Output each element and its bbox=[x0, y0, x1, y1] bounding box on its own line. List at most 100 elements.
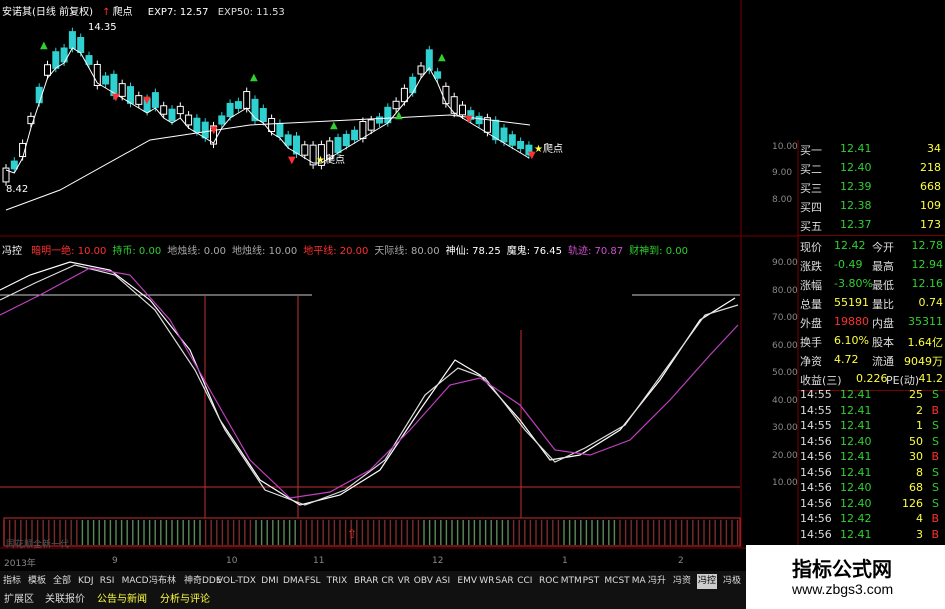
candle-body bbox=[359, 121, 367, 139]
indicator-tick: 60.00 bbox=[772, 340, 798, 351]
tick-price: 12.41 bbox=[840, 450, 872, 463]
indicator-tab[interactable]: TRIX bbox=[326, 574, 349, 589]
signal-arrow-icon: ▲ bbox=[330, 120, 338, 131]
stat-value: 19880 bbox=[834, 315, 869, 328]
stat-row: 现价 12.42 今开 12.78 bbox=[798, 237, 945, 256]
tick-time: 14:56 bbox=[800, 434, 832, 448]
indicator-tick: 40.00 bbox=[772, 395, 798, 406]
tick-time: 14:55 bbox=[800, 419, 832, 432]
candle-body bbox=[168, 108, 176, 122]
x-axis-label: 2 bbox=[678, 556, 684, 566]
indicator-tab[interactable]: ASI bbox=[435, 574, 452, 589]
indicator-tab[interactable]: 冯资 bbox=[672, 574, 692, 589]
indicator-tab[interactable]: FSL bbox=[304, 574, 322, 589]
bottom-tab[interactable]: 公告与新闻 bbox=[95, 592, 149, 607]
stat-row: 涨幅 -3.80% 最低 12.16 bbox=[798, 275, 945, 294]
indicator-tab[interactable]: CR bbox=[380, 574, 395, 589]
indicator-tab[interactable]: WR bbox=[478, 574, 495, 589]
tick-volume: 4 bbox=[916, 512, 923, 525]
bid-label: 买五 bbox=[800, 220, 822, 233]
bottom-tab[interactable]: 扩展区 bbox=[2, 592, 36, 607]
tick-direction: B bbox=[931, 512, 939, 525]
stat-label: 股本 bbox=[872, 336, 894, 349]
indicator-tab[interactable]: PST bbox=[582, 574, 601, 589]
indicator-tab[interactable]: MTM bbox=[560, 574, 583, 589]
tick-row: 14:56 12.40 50 S bbox=[798, 433, 945, 448]
bid-label: 买一 bbox=[800, 144, 822, 157]
indicator-tab[interactable]: VR bbox=[397, 574, 411, 589]
indicator-tab[interactable]: OBV bbox=[413, 574, 434, 589]
indicator-tab[interactable]: MA bbox=[631, 574, 647, 589]
indicator-tab[interactable]: 指标 bbox=[2, 574, 22, 589]
tick-direction: S bbox=[932, 496, 939, 510]
bottom-tab[interactable]: 分析与评论 bbox=[158, 592, 212, 607]
indicator-tab[interactable]: CCI bbox=[516, 574, 533, 589]
indicator-tab[interactable]: 模板 bbox=[27, 574, 47, 589]
candle-body bbox=[500, 127, 508, 143]
indicator-param: 神仙: 78.25 bbox=[445, 246, 501, 257]
indicator-tab[interactable]: 冯布林 bbox=[148, 574, 177, 589]
candle-body bbox=[367, 119, 375, 131]
indicator-param: 持币: 0.00 bbox=[112, 246, 162, 257]
tick-volume: 3 bbox=[916, 527, 923, 541]
indicator-tab[interactable]: KDJ bbox=[77, 574, 95, 589]
indicator-tab[interactable]: 冯极 bbox=[722, 574, 742, 589]
stat-value: 0.74 bbox=[918, 296, 944, 309]
indicator-tab[interactable]: MCST bbox=[603, 574, 630, 589]
indicator-tab[interactable]: DMI bbox=[260, 574, 279, 589]
bid-volume: 173 bbox=[920, 218, 941, 231]
bid-row: 买五 12.37 173 bbox=[798, 216, 945, 235]
candle-body bbox=[351, 129, 359, 141]
candle-body bbox=[102, 75, 110, 85]
indicator-param: 地烛线: 10.00 bbox=[232, 246, 298, 257]
indicator-bars: ⇧ bbox=[3, 517, 741, 547]
indicator-tab[interactable]: BRAR bbox=[353, 574, 379, 589]
tick-time: 14:56 bbox=[800, 527, 832, 541]
bid-row: 买一 12.41 34 bbox=[798, 140, 945, 159]
indicator-tick: 10.00 bbox=[772, 478, 798, 488]
indicator-tab[interactable]: ROC bbox=[538, 574, 560, 589]
high-price-label: 14.35 bbox=[88, 22, 117, 33]
indicator-tab[interactable]: SAR bbox=[494, 574, 514, 589]
candle-body bbox=[243, 91, 251, 109]
indicator-tab[interactable]: 全部 bbox=[52, 574, 72, 589]
indicator-tick: 80.00 bbox=[772, 285, 798, 296]
bid-volume: 34 bbox=[927, 142, 941, 155]
indicator-tab[interactable]: MACD bbox=[121, 574, 150, 589]
stat-row: 涨跌 -0.49 最高 12.94 bbox=[798, 256, 945, 275]
stat-label: 内盘 bbox=[872, 317, 894, 330]
candle-body bbox=[176, 105, 184, 115]
tick-direction: S bbox=[932, 434, 939, 448]
ema-lines bbox=[5, 47, 531, 211]
indicator-param: 地平线: 20.00 bbox=[303, 246, 369, 257]
bid-price: 12.39 bbox=[840, 180, 872, 193]
stat-value: 6.10% bbox=[834, 334, 869, 347]
indicator-name[interactable]: 冯控 bbox=[2, 246, 22, 257]
indicator-tab[interactable]: EMV bbox=[456, 574, 478, 589]
tick-direction: B bbox=[931, 527, 939, 541]
candle-body bbox=[284, 134, 292, 146]
tick-volume: 8 bbox=[916, 465, 923, 479]
tick-row: 14:56 12.41 30 B bbox=[798, 448, 945, 463]
indicator-tab[interactable]: 冯控 bbox=[697, 574, 718, 589]
stat-value: 35311 bbox=[908, 315, 943, 328]
tick-time: 14:56 bbox=[800, 496, 832, 510]
stat-label: 最高 bbox=[872, 260, 894, 273]
bottom-tab[interactable]: 关联报价 bbox=[43, 592, 87, 607]
candle-body bbox=[52, 51, 60, 69]
indicator-param: 魔鬼: 76.45 bbox=[506, 246, 562, 257]
x-axis-label: 9 bbox=[112, 556, 118, 566]
stat-label: 现价 bbox=[800, 241, 822, 254]
stat-label: 量比 bbox=[872, 298, 894, 311]
tick-direction: S bbox=[932, 481, 939, 494]
tick-direction: S bbox=[932, 465, 939, 479]
tick-price: 12.42 bbox=[840, 512, 872, 525]
tick-volume: 50 bbox=[909, 434, 923, 448]
indicator-tab[interactable]: 冯升 bbox=[647, 574, 667, 589]
indicator-tab[interactable]: DMA bbox=[282, 574, 305, 589]
price-tick-9: 9.00 bbox=[772, 168, 793, 178]
indicator-tab[interactable]: VOL-TDX bbox=[216, 574, 257, 589]
indicator-tab[interactable]: RSI bbox=[99, 574, 116, 589]
tick-row: 14:56 12.41 8 S bbox=[798, 464, 945, 479]
signal-arrow-icon: ▼ bbox=[465, 114, 473, 125]
